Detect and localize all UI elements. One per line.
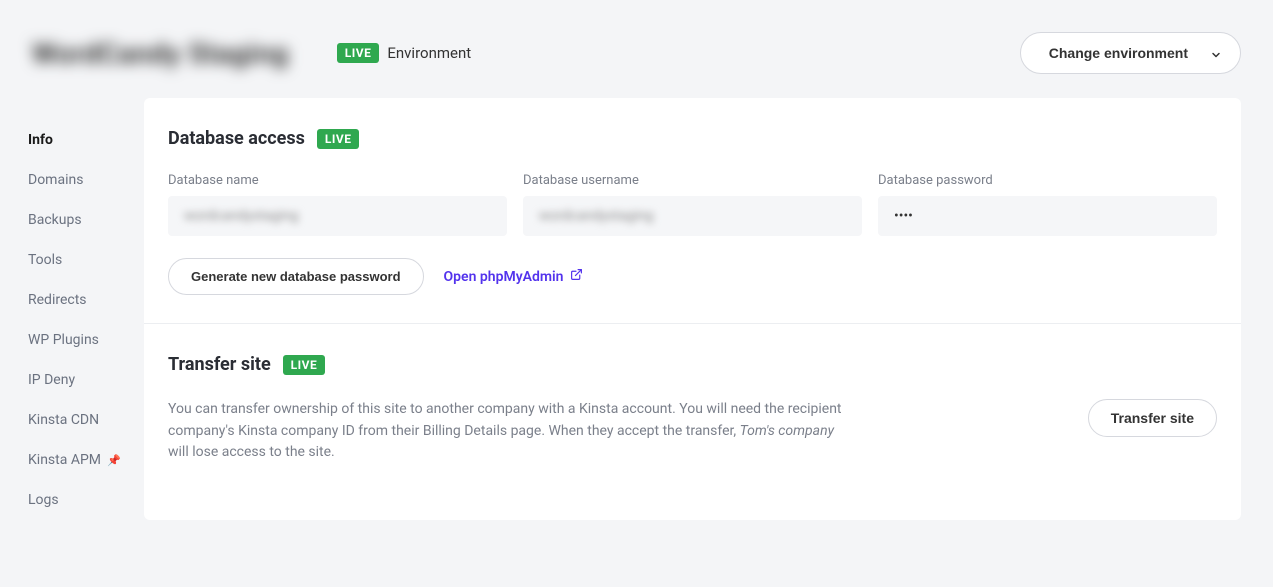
transfer-description: You can transfer ownership of this site …: [168, 399, 848, 464]
database-username-input[interactable]: wordcandystaging: [523, 196, 862, 236]
sidebar-item-domains[interactable]: Domains: [28, 160, 144, 200]
database-password-input[interactable]: ••••: [878, 196, 1217, 236]
database-name-field: Database name wordcandystaging: [168, 173, 507, 236]
transfer-text-part2: will lose access to the site.: [168, 444, 335, 460]
sidebar-item-label: Redirects: [28, 292, 87, 308]
sidebar-item-label: Kinsta CDN: [28, 412, 99, 428]
database-password-value: ••••: [894, 208, 913, 224]
sidebar-item-ip-deny[interactable]: IP Deny: [28, 360, 144, 400]
transfer-site-section: Transfer site LIVE You can transfer owne…: [144, 324, 1241, 492]
database-password-field: Database password ••••: [878, 173, 1217, 236]
database-actions: Generate new database password Open phpM…: [168, 258, 1217, 295]
section-header: Database access LIVE: [168, 128, 1217, 149]
live-badge: LIVE: [317, 129, 360, 149]
database-name-input[interactable]: wordcandystaging: [168, 196, 507, 236]
sidebar-item-logs[interactable]: Logs: [28, 480, 144, 520]
sidebar-item-label: Logs: [28, 492, 59, 508]
field-label: Database password: [878, 173, 1217, 188]
sidebar-item-label: Kinsta APM: [28, 452, 101, 468]
chevron-down-icon: [1210, 48, 1220, 58]
database-username-field: Database username wordcandystaging: [523, 173, 862, 236]
section-title: Transfer site: [168, 354, 271, 375]
change-environment-button[interactable]: Change environment: [1020, 32, 1241, 74]
transfer-body: You can transfer ownership of this site …: [168, 399, 1217, 464]
transfer-company-name: Tom's company: [740, 423, 834, 439]
database-access-section: Database access LIVE Database name wordc…: [144, 98, 1241, 324]
sidebar-item-wp-plugins[interactable]: WP Plugins: [28, 320, 144, 360]
sidebar-item-kinsta-cdn[interactable]: Kinsta CDN: [28, 400, 144, 440]
live-badge: LIVE: [283, 355, 326, 375]
section-title: Database access: [168, 128, 305, 149]
field-label: Database username: [523, 173, 862, 188]
transfer-site-button[interactable]: Transfer site: [1088, 399, 1217, 437]
site-title: WordCandy Staging: [32, 37, 289, 70]
link-label: Open phpMyAdmin: [444, 269, 564, 285]
sidebar-item-tools[interactable]: Tools: [28, 240, 144, 280]
change-environment-label: Change environment: [1049, 45, 1188, 61]
sidebar-item-info[interactable]: Info: [28, 120, 144, 160]
sidebar-item-label: IP Deny: [28, 372, 75, 388]
page-header: WordCandy Staging LIVE Environment Chang…: [0, 0, 1273, 98]
sidebar-item-kinsta-apm[interactable]: Kinsta APM 📌: [28, 440, 144, 480]
environment-label: Environment: [387, 44, 471, 62]
external-link-icon: [570, 268, 583, 285]
database-name-value: wordcandystaging: [184, 208, 299, 224]
main-content: Database access LIVE Database name wordc…: [144, 98, 1241, 520]
sidebar-item-label: Info: [28, 132, 53, 148]
environment-indicator: LIVE Environment: [337, 43, 471, 63]
live-badge: LIVE: [337, 43, 380, 63]
sidebar-item-label: Tools: [28, 252, 62, 268]
generate-password-button[interactable]: Generate new database password: [168, 258, 424, 295]
section-header: Transfer site LIVE: [168, 354, 1217, 375]
header-left: WordCandy Staging LIVE Environment: [32, 37, 471, 70]
sidebar-nav: Info Domains Backups Tools Redirects WP …: [0, 98, 144, 520]
sidebar-item-label: Domains: [28, 172, 83, 188]
database-username-value: wordcandystaging: [539, 208, 654, 224]
field-label: Database name: [168, 173, 507, 188]
sidebar-item-label: Backups: [28, 212, 82, 228]
sidebar-item-label: WP Plugins: [28, 332, 99, 348]
sidebar-item-redirects[interactable]: Redirects: [28, 280, 144, 320]
database-fields-row: Database name wordcandystaging Database …: [168, 173, 1217, 236]
pin-icon: 📌: [107, 454, 121, 467]
open-phpmyadmin-link[interactable]: Open phpMyAdmin: [444, 268, 583, 285]
sidebar-item-backups[interactable]: Backups: [28, 200, 144, 240]
